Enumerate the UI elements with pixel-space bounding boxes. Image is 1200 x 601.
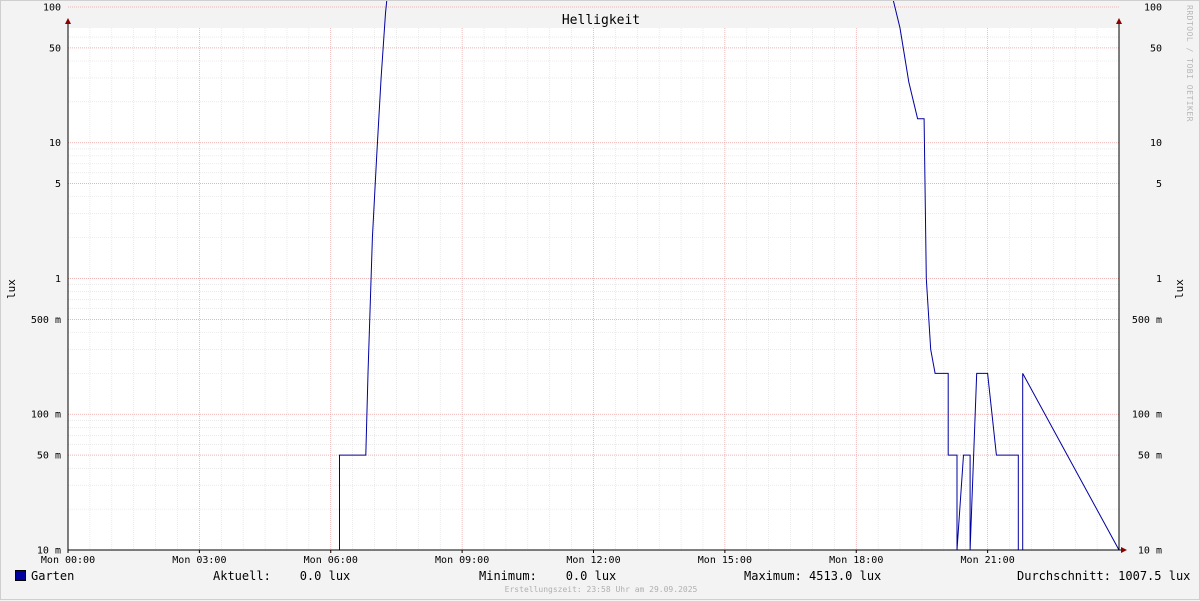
y-tick-labels-left: 10 m50 m100 m500 m1510501005001 k5 k10 k… — [31, 2, 61, 556]
x-tick-label: Mon 03:00 — [172, 555, 226, 566]
x-tick-label: Mon 18:00 — [829, 555, 883, 566]
x-tick-label: Mon 09:00 — [435, 555, 489, 566]
y-tick-label-left: 5 — [55, 179, 61, 190]
y-tick-label-left: 1 — [55, 274, 61, 285]
y-tick-label-left: 100 m — [31, 410, 61, 421]
x-tick-labels: Mon 00:00 Mon 03:00 Mon 06:00 Mon 09:00 Mon … — [41, 555, 1015, 566]
x-tick-label: Mon 21:00 — [961, 555, 1015, 566]
y-axis-label-right: lux — [1173, 279, 1186, 299]
y-tick-label-right: 50 — [1150, 43, 1162, 54]
y-tick-label-right: 5 — [1156, 179, 1162, 190]
y-tick-label-right: 100 — [1144, 2, 1162, 13]
y-tick-label-right: 1 — [1156, 274, 1162, 285]
x-axis-arrow — [1121, 547, 1127, 553]
rrdtool-watermark: RRDTOOL / TOBI OETIKER — [1185, 5, 1194, 122]
stat-maximum: Maximum: 4513.0 lux — [744, 569, 882, 583]
y-axis-label-left: lux — [5, 279, 18, 299]
stat-minimum: Minimum: 0.0 lux — [479, 569, 617, 583]
x-tick-label: Mon 00:00 — [41, 555, 95, 566]
chart-frame: 10 m50 m100 m500 m1510501005001 k5 k10 k… — [0, 0, 1200, 600]
y-tick-label-right: 500 m — [1132, 315, 1162, 326]
y-axis-arrow-right — [1116, 18, 1122, 24]
y-axis-arrow-left — [65, 18, 71, 24]
y-tick-label-right: 50 m — [1138, 451, 1162, 462]
y-tick-label-right: 10 m — [1138, 546, 1162, 557]
y-tick-label-left: 100 — [43, 2, 61, 13]
y-tick-label-left: 500 m — [31, 315, 61, 326]
y-tick-labels-right: 10 m50 m100 m500 m1510501005001 k5 k10 k… — [1132, 2, 1162, 557]
chart-title: Helligkeit — [562, 13, 640, 28]
y-tick-label-left: 50 — [49, 43, 61, 54]
stat-durchschnitt: Durchschnitt: 1007.5 lux — [1017, 569, 1191, 583]
y-tick-label-left: 50 m — [37, 451, 61, 462]
legend-row: Garten Aktuell: 0.0 lux Minimum: 0.0 lux… — [1, 567, 1200, 587]
creation-time-footer: Erstellungszeit: 23:58 Uhr am 29.09.2025 — [504, 585, 698, 594]
x-tick-label: Mon 12:00 — [566, 555, 620, 566]
legend-series-name: Garten — [31, 569, 75, 583]
legend-swatch-garten — [15, 570, 26, 581]
y-tick-label-left: 10 — [49, 138, 61, 149]
x-tick-label: Mon 06:00 — [304, 555, 358, 566]
stat-aktuell: Aktuell: 0.0 lux — [213, 569, 351, 583]
x-tick-label: Mon 15:00 — [698, 555, 752, 566]
line-chart: 10 m50 m100 m500 m1510501005001 k5 k10 k… — [5, 1, 1186, 566]
y-tick-label-right: 100 m — [1132, 410, 1162, 421]
y-tick-label-right: 10 — [1150, 138, 1162, 149]
